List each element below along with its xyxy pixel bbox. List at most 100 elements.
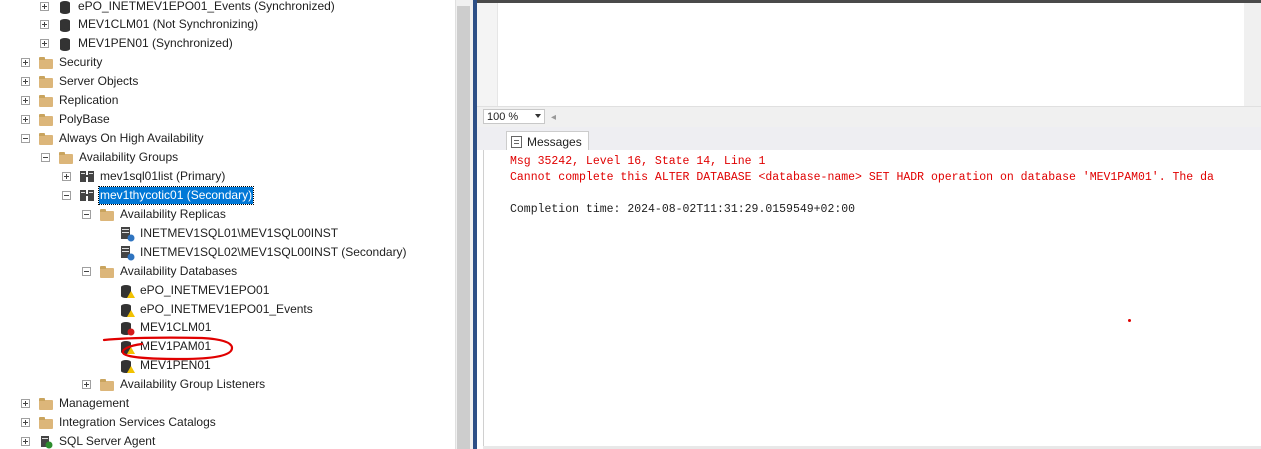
tree-item-label: PolyBase (59, 112, 110, 126)
folder-icon (99, 377, 115, 393)
tree-item-availability-databases[interactable]: Availability Databases (82, 262, 238, 281)
tree-item-label: mev1thycotic01 (Secondary) (97, 186, 255, 205)
tree-item-mev1pen01-database[interactable]: MEV1PEN01 (Synchronized) (40, 34, 234, 53)
ag-database-warning-icon (119, 339, 135, 355)
ag-database-warning-icon (119, 358, 135, 374)
expand-icon[interactable] (82, 380, 91, 389)
tree-item-label: MEV1PAM01 (140, 339, 212, 353)
messages-icon (511, 135, 522, 148)
tab-messages[interactable]: Messages (506, 131, 589, 151)
tree-item-epo-events-synchronized[interactable]: ePO_INETMEV1EPO01_Events (Synchronized) (40, 0, 336, 16)
folder-icon (38, 55, 54, 71)
availability-group-icon (79, 169, 95, 185)
replica-icon (119, 226, 135, 242)
database-icon (57, 0, 73, 15)
folder-icon (38, 131, 54, 147)
expand-icon[interactable] (21, 437, 30, 446)
tree-item-label: ePO_INETMEV1EPO01_Events (140, 302, 313, 316)
expand-icon[interactable] (21, 96, 30, 105)
expand-icon[interactable] (21, 58, 30, 67)
collapse-icon[interactable] (41, 153, 50, 162)
zoom-value: 100 % (487, 110, 519, 123)
tree-item-mev1sql01list-primary[interactable]: mev1sql01list (Primary) (62, 167, 226, 186)
tree-item-integration-services-catalogs[interactable]: Integration Services Catalogs (21, 413, 217, 432)
editor-gutter (477, 0, 498, 106)
zoom-select[interactable]: 100 % (483, 109, 545, 124)
tab-messages-label: Messages (527, 134, 582, 149)
collapse-icon[interactable] (62, 191, 71, 200)
expand-icon[interactable] (62, 172, 71, 181)
editor-vertical-scrollbar[interactable] (1244, 0, 1261, 106)
expand-icon[interactable] (21, 77, 30, 86)
tree-item-availability-group-listeners[interactable]: Availability Group Listeners (82, 375, 266, 394)
tree-item-ag-db-epo-events[interactable]: ePO_INETMEV1EPO01_Events (102, 300, 314, 319)
tree-item-ag-db-epo[interactable]: ePO_INETMEV1EPO01 (102, 281, 270, 300)
tree-item-polybase[interactable]: PolyBase (21, 110, 111, 129)
expand-icon[interactable] (40, 39, 49, 48)
tree-item-label: ePO_INETMEV1EPO01 (140, 283, 270, 297)
ag-database-warning-icon (119, 283, 135, 299)
folder-icon (58, 150, 74, 166)
collapse-icon[interactable] (82, 210, 91, 219)
tree-item-label: ePO_INETMEV1EPO01_Events (Synchronized) (78, 0, 335, 13)
tree-item-ag-db-mev1clm01[interactable]: MEV1CLM01 (102, 318, 212, 337)
tree-item-label: Availability Databases (120, 264, 238, 278)
tree-item-label: INETMEV1SQL01\MEV1SQL00INST (140, 226, 339, 240)
tree-item-label: SQL Server Agent (59, 434, 156, 448)
tree-item-label: mev1sql01list (Primary) (100, 169, 226, 183)
tree-item-label: MEV1PEN01 (140, 358, 211, 372)
completion-time-line: Completion time: 2024-08-02T11:31:29.015… (510, 203, 856, 216)
database-icon (57, 17, 73, 33)
chevron-down-icon (535, 114, 541, 118)
tree-item-always-on-high-availability[interactable]: Always On High Availability (21, 129, 205, 148)
scroll-left-icon[interactable]: ◂ (551, 112, 556, 123)
folder-icon (38, 93, 54, 109)
tree-item-server-objects[interactable]: Server Objects (21, 72, 139, 91)
folder-icon (38, 396, 54, 412)
tree-item-label: Integration Services Catalogs (59, 415, 216, 429)
editor-top-border (477, 0, 1261, 3)
cursor-dot (1128, 319, 1131, 322)
database-icon (57, 36, 73, 52)
tree-item-replica-inetmev1sql02[interactable]: INETMEV1SQL02\MEV1SQL00INST (Secondary) (102, 243, 408, 262)
query-editor[interactable] (477, 0, 1261, 106)
tree-item-ag-db-mev1pen01[interactable]: MEV1PEN01 (102, 356, 212, 375)
tree-item-replication[interactable]: Replication (21, 91, 119, 110)
folder-icon (99, 264, 115, 280)
tree-item-label: Availability Replicas (120, 207, 226, 221)
expand-icon[interactable] (21, 115, 30, 124)
tree-item-availability-replicas[interactable]: Availability Replicas (82, 205, 227, 224)
expand-icon[interactable] (21, 399, 30, 408)
tree-item-mev1thycotic01-secondary[interactable]: mev1thycotic01 (Secondary) (62, 186, 255, 205)
expand-icon[interactable] (40, 2, 49, 11)
sql-agent-icon (38, 434, 54, 449)
folder-icon (99, 207, 115, 223)
error-message-line-2: Cannot complete this ALTER DATABASE <dat… (510, 171, 1214, 184)
explorer-scroll-thumb[interactable] (457, 6, 470, 449)
error-message-line-1: Msg 35242, Level 16, State 14, Line 1 (510, 155, 766, 168)
availability-group-icon (79, 188, 95, 204)
expand-icon[interactable] (21, 418, 30, 427)
tree-item-mev1clm01-database[interactable]: MEV1CLM01 (Not Synchronizing) (40, 15, 259, 34)
tree-item-label: Security (59, 55, 103, 69)
replica-icon (119, 245, 135, 261)
tree-item-label: Availability Groups (79, 150, 179, 164)
tree-item-label: INETMEV1SQL02\MEV1SQL00INST (Secondary) (140, 245, 407, 259)
tree-item-availability-groups[interactable]: Availability Groups (41, 148, 179, 167)
editor-status-bar (477, 106, 1261, 128)
tree-item-label: Availability Group Listeners (120, 377, 266, 391)
tree-item-sql-server-agent[interactable]: SQL Server Agent (21, 432, 156, 449)
tree-item-management[interactable]: Management (21, 394, 130, 413)
expand-icon[interactable] (40, 20, 49, 29)
tree-item-replica-inetmev1sql01[interactable]: INETMEV1SQL01\MEV1SQL00INST (102, 224, 339, 243)
tree-item-label: MEV1CLM01 (140, 320, 212, 334)
folder-icon (38, 415, 54, 431)
folder-icon (38, 112, 54, 128)
ag-database-error-icon (119, 320, 135, 336)
tree-item-ag-db-mev1pam01[interactable]: MEV1PAM01 (102, 337, 212, 356)
collapse-icon[interactable] (21, 134, 30, 143)
tree-item-security[interactable]: Security (21, 53, 103, 72)
messages-pane[interactable] (483, 150, 1261, 449)
object-explorer: ePO_INETMEV1EPO01_Events (Synchronized) … (0, 0, 455, 449)
collapse-icon[interactable] (82, 267, 91, 276)
